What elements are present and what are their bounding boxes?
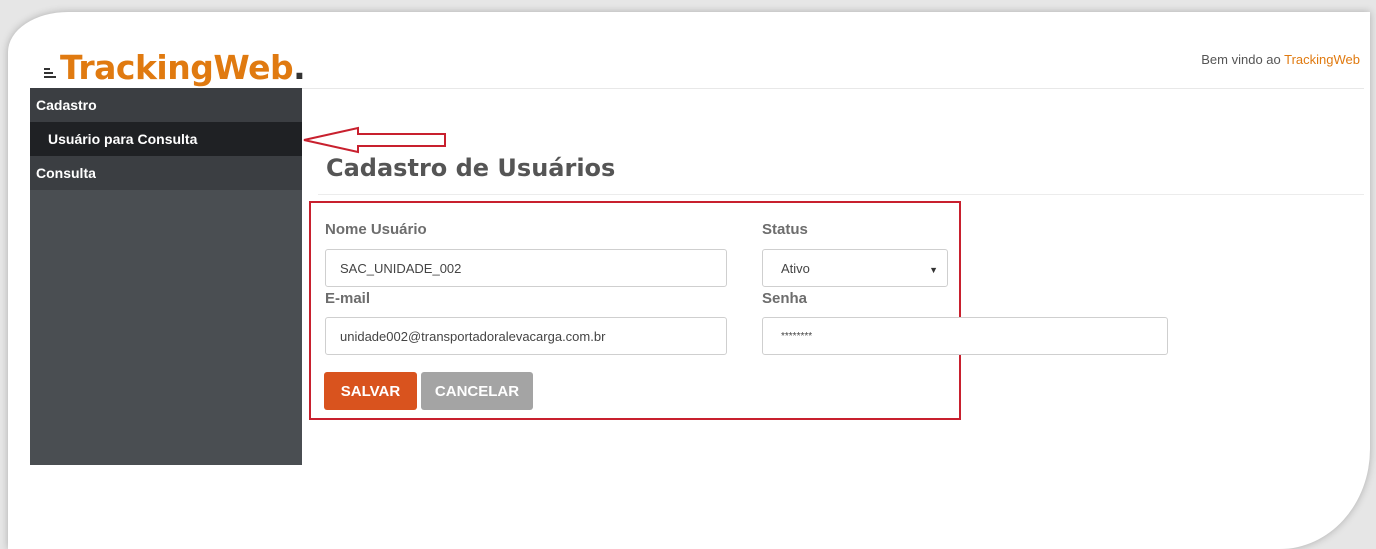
senha-value: ******** <box>781 330 813 342</box>
logo-bars-icon <box>44 66 56 78</box>
sidebar-item-label: Usuário para Consulta <box>48 131 198 147</box>
welcome-message: Bem vindo ao TrackingWeb <box>1201 52 1360 67</box>
sidebar-item-usuario-para-consulta[interactable]: Usuário para Consulta <box>30 122 302 156</box>
status-label: Status <box>762 221 808 238</box>
welcome-brand: TrackingWeb <box>1284 52 1360 67</box>
page-title: Cadastro de Usuários <box>326 154 616 182</box>
senha-label: Senha <box>762 290 808 307</box>
sidebar-item-label: Consulta <box>36 165 96 181</box>
welcome-prefix: Bem vindo ao <box>1201 52 1285 67</box>
sidebar-item-label: Cadastro <box>36 97 97 113</box>
nome-usuario-value: SAC_UNIDADE_002 <box>340 260 462 276</box>
logo-text: TrackingWeb. <box>60 48 306 88</box>
nome-usuario-label: Nome Usuário <box>325 221 427 238</box>
email-value: unidade002@transportadoralevacarga.com.b… <box>340 328 606 344</box>
status-value: Ativo <box>781 260 810 276</box>
logo[interactable]: TrackingWeb. <box>44 44 306 88</box>
logo-wordmark: TrackingWeb <box>60 48 294 87</box>
title-divider <box>318 194 1364 195</box>
logo-dot: . <box>293 48 306 87</box>
sidebar: Cadastro Usuário para Consulta Consulta <box>30 88 302 465</box>
save-button[interactable]: SALVAR <box>324 372 417 410</box>
nome-usuario-input[interactable]: SAC_UNIDADE_002 <box>325 249 727 287</box>
header-divider <box>302 88 1364 89</box>
chevron-down-icon: ▼ <box>929 265 938 275</box>
email-input[interactable]: unidade002@transportadoralevacarga.com.b… <box>325 317 727 355</box>
status-select[interactable]: Ativo ▼ <box>762 249 948 287</box>
cancel-button[interactable]: CANCELAR <box>421 372 533 410</box>
left-arrow-annotation-icon <box>303 126 446 154</box>
sidebar-item-consulta[interactable]: Consulta <box>30 156 302 190</box>
sidebar-item-cadastro[interactable]: Cadastro <box>30 88 302 122</box>
email-label: E-mail <box>325 290 371 307</box>
senha-input[interactable]: ******** <box>762 317 1168 355</box>
